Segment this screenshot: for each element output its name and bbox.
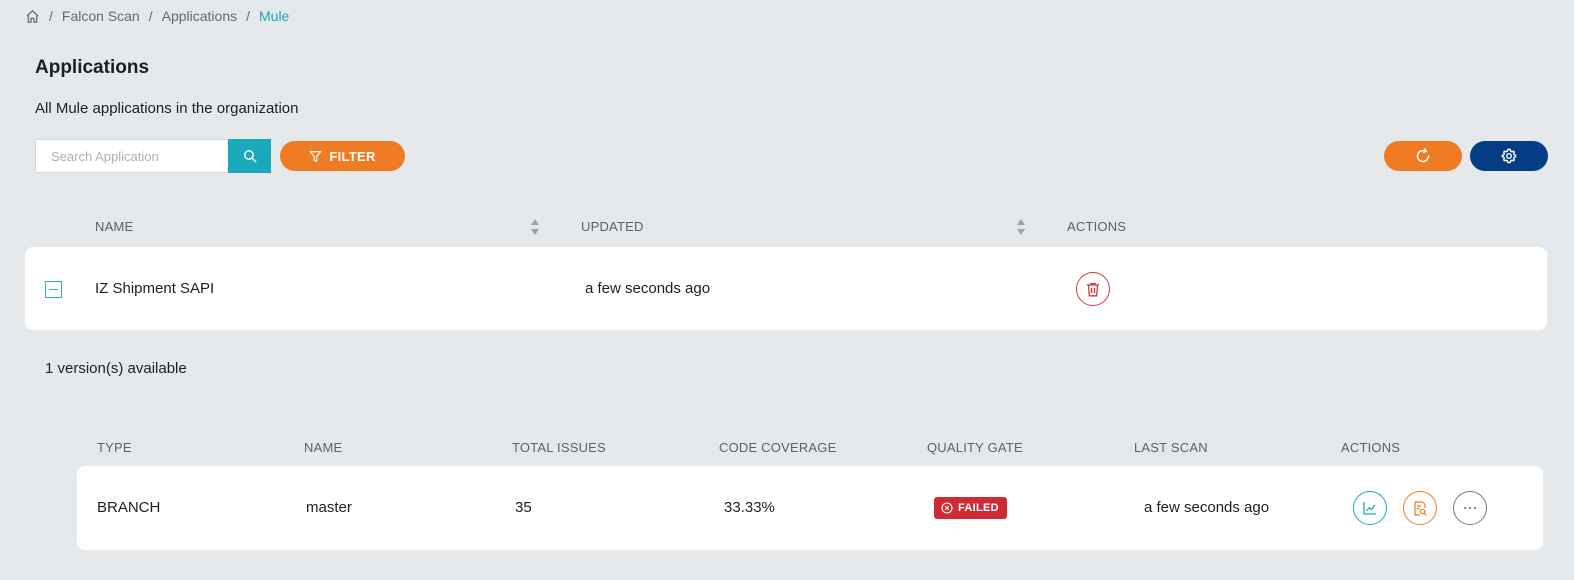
sort-icon[interactable]: [530, 218, 540, 236]
column-header-actions: ACTIONS: [1067, 219, 1127, 234]
page-subtitle: All Mule applications in the organizatio…: [35, 100, 299, 117]
filter-label: FILTER: [329, 148, 376, 164]
chart-icon: [1363, 501, 1377, 515]
breadcrumb-separator: /: [246, 8, 250, 24]
column-header-type: TYPE: [97, 440, 132, 455]
refresh-button[interactable]: [1384, 141, 1462, 171]
delete-button[interactable]: [1076, 272, 1110, 306]
view-report-button[interactable]: [1403, 491, 1437, 525]
search-button[interactable]: [228, 139, 271, 173]
collapse-toggle[interactable]: [45, 281, 62, 298]
status-badge: FAILED: [934, 497, 1007, 519]
search-group: [35, 139, 271, 173]
table-row[interactable]: IZ Shipment SAPI a few seconds ago: [25, 247, 1547, 330]
breadcrumb-current: Mule: [259, 8, 290, 24]
breadcrumb-separator: /: [148, 8, 153, 24]
column-header-version-actions: ACTIONS: [1341, 440, 1401, 455]
column-header-updated: UPDATED: [581, 219, 644, 234]
column-header-name: NAME: [95, 219, 134, 234]
breadcrumb-applications[interactable]: Applications: [162, 8, 238, 24]
search-input[interactable]: [35, 139, 228, 173]
app-name: IZ Shipment SAPI: [95, 280, 215, 297]
page-title: Applications: [35, 57, 150, 78]
fail-x-icon: [941, 502, 953, 514]
last-scan: a few seconds ago: [1144, 499, 1270, 516]
column-header-quality-gate: QUALITY GATE: [927, 440, 1023, 455]
version-type: BRANCH: [97, 499, 161, 516]
versions-summary: 1 version(s) available: [45, 360, 187, 377]
view-metrics-button[interactable]: [1353, 491, 1387, 525]
code-coverage: 33.33%: [724, 499, 775, 516]
column-header-code-coverage: CODE COVERAGE: [719, 440, 837, 455]
column-header-total-issues: TOTAL ISSUES: [512, 440, 606, 455]
search-icon: [243, 149, 257, 163]
sort-icon[interactable]: [1016, 218, 1026, 236]
total-issues: 35: [515, 499, 532, 516]
filter-icon: [309, 150, 322, 163]
trash-icon: [1086, 282, 1100, 297]
settings-button[interactable]: [1470, 141, 1548, 171]
breadcrumb-falcon-scan[interactable]: Falcon Scan: [62, 8, 140, 24]
report-search-icon: [1413, 500, 1427, 516]
app-updated: a few seconds ago: [585, 280, 711, 297]
filter-button[interactable]: FILTER: [280, 141, 405, 171]
table-row[interactable]: BRANCH master 35 33.33% FAILED a few sec…: [77, 466, 1543, 550]
breadcrumb: / Falcon Scan / Applications / Mule: [25, 7, 289, 25]
version-name: master: [306, 499, 352, 516]
more-options-button[interactable]: [1453, 491, 1487, 525]
breadcrumb-separator: /: [49, 8, 53, 24]
column-header-last-scan: LAST SCAN: [1134, 440, 1208, 455]
gear-icon: [1501, 148, 1517, 164]
more-icon: [1463, 506, 1477, 510]
refresh-icon: [1415, 148, 1431, 164]
home-icon[interactable]: [25, 9, 40, 24]
column-header-version-name: NAME: [304, 440, 343, 455]
quality-gate-label: FAILED: [958, 502, 999, 514]
page: / Falcon Scan / Applications / Mule Appl…: [0, 0, 1574, 580]
